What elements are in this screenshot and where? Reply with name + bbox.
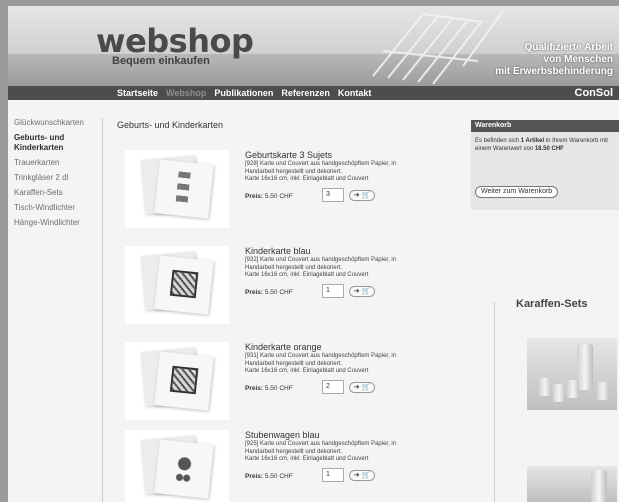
nav-item-webshop[interactable]: Webshop xyxy=(166,86,206,100)
quantity-input[interactable]: 1 xyxy=(322,284,344,298)
sidebar-item-glueckwunschkarten[interactable]: Glückwunschkarten xyxy=(14,118,100,128)
promo-divider xyxy=(494,302,495,502)
carafe-shape xyxy=(591,470,607,502)
cart-text: Es befinden sich 1 Artikel in Ihrem Ware… xyxy=(471,132,619,153)
card-motif xyxy=(169,365,199,395)
glass-shape xyxy=(539,378,551,396)
main-nav: Startseite Webshop Publikationen Referen… xyxy=(117,86,371,100)
desc-line: [928] Karte und Couvert aus handgeschöpf… xyxy=(245,161,397,167)
sidebar-item-haenge-windlichter[interactable]: Hänge-Windlichter xyxy=(14,218,100,228)
card-front xyxy=(154,439,214,499)
glass-shape xyxy=(553,384,565,402)
product-price: Preis: 5.50 CHF xyxy=(245,289,293,296)
cart-summary: Warenkorb Es befinden sich 1 Artikel in … xyxy=(471,120,619,210)
desc-line: Handarbeit hergestellt und dekoriert. xyxy=(245,360,343,367)
price-value: 5.50 CHF xyxy=(264,193,293,200)
price-value: 5.50 CHF xyxy=(264,385,293,392)
sidebar-item-tisch-windlichter[interactable]: Tisch-Windlichter xyxy=(14,203,100,213)
product-description: [931] Karte und Couvert aus handgeschöpf… xyxy=(245,353,455,376)
add-to-cart-button[interactable]: ➜ 🛒 xyxy=(349,190,375,201)
product-item: Stubenwagen blau [925] Karte und Couvert… xyxy=(125,430,455,502)
quantity-input[interactable]: 3 xyxy=(322,188,344,202)
desc-line: Karte 16x16 cm, inkl. Einlageblatt und C… xyxy=(245,176,369,182)
nav-item-kontakt[interactable]: Kontakt xyxy=(338,86,372,100)
product-price: Preis: 5.50 CHF xyxy=(245,193,293,200)
card-motif xyxy=(175,171,191,205)
tagline: Qualifizierte Arbeit von Menschen mit Er… xyxy=(495,42,613,78)
carafe-shape xyxy=(577,344,593,390)
shopping-cart-photo xyxy=(372,10,504,85)
product-name[interactable]: Stubenwagen blau xyxy=(245,430,320,440)
desc-line: Handarbeit hergestellt und dekoriert. xyxy=(245,448,343,455)
sidebar-item-geburtskarten[interactable]: Geburts- und Kinderkarten xyxy=(14,133,84,153)
sidebar-item-trauerkarten[interactable]: Trauerkarten xyxy=(14,158,100,168)
desc-line: [925] Karte und Couvert aus handgeschöpf… xyxy=(245,441,397,447)
karaffen-set-image[interactable] xyxy=(527,466,617,502)
product-image[interactable] xyxy=(125,430,229,502)
desc-line: Karte 16x16 cm, inkl. Einlageblatt und C… xyxy=(245,368,369,374)
tagline-line: Qualifizierte Arbeit xyxy=(524,42,613,53)
karaffen-set-image[interactable] xyxy=(527,338,617,410)
glass-shape xyxy=(597,382,609,400)
product-item: Kinderkarte orange [931] Karte und Couve… xyxy=(125,342,455,424)
go-to-cart-button[interactable]: Weiter zum Warenkorb xyxy=(475,186,559,198)
price-value: 5.50 CHF xyxy=(264,289,293,296)
page: webshop Bequem einkaufen Qualifizierte A… xyxy=(8,6,619,502)
product-item: Kinderkarte blau [932] Karte und Couvert… xyxy=(125,246,455,328)
promo-title: Karaffen-Sets xyxy=(516,298,588,310)
product-name[interactable]: Kinderkarte blau xyxy=(245,246,311,256)
sidebar-item-karaffen-sets[interactable]: Karaffen-Sets xyxy=(14,188,100,198)
product-item: Geburtskarte 3 Sujets [928] Karte und Co… xyxy=(125,150,455,232)
price-label: Preis: xyxy=(245,289,264,296)
product-description: [932] Karte und Couvert aus handgeschöpf… xyxy=(245,257,455,280)
page-title: Geburts- und Kinderkarten xyxy=(117,120,224,130)
product-description: [928] Karte und Couvert aus handgeschöpf… xyxy=(245,161,455,184)
card-front xyxy=(154,159,214,219)
price-label: Preis: xyxy=(245,473,264,480)
product-description: [925] Karte und Couvert aus handgeschöpf… xyxy=(245,441,455,464)
add-to-cart-button[interactable]: ➜ 🛒 xyxy=(349,470,375,481)
product-price: Preis: 5.50 CHF xyxy=(245,473,293,480)
glass-shape xyxy=(567,380,579,398)
nav-item-referenzen[interactable]: Referenzen xyxy=(281,86,330,100)
product-name[interactable]: Geburtskarte 3 Sujets xyxy=(245,150,332,160)
tagline-line: von Menschen xyxy=(543,54,613,65)
sidebar-divider xyxy=(102,118,103,502)
product-image[interactable] xyxy=(125,342,229,420)
product-image[interactable] xyxy=(125,150,229,228)
product-price: Preis: 5.50 CHF xyxy=(245,385,293,392)
nav-item-publikationen[interactable]: Publikationen xyxy=(214,86,273,100)
cart-text-start: Es befinden sich xyxy=(475,138,521,144)
cart-total: 18.50 CHF xyxy=(534,145,564,152)
desc-line: Karte 16x16 cm, inkl. Einlageblatt und C… xyxy=(245,456,369,462)
brand-name[interactable]: ConSol xyxy=(575,86,614,100)
card-motif xyxy=(169,269,199,299)
nav-item-startseite[interactable]: Startseite xyxy=(117,86,158,100)
tagline-line: mit Erwerbsbehinderung xyxy=(495,66,613,77)
sidebar-item-trinkglaeser[interactable]: Trinkgläser 2 dl xyxy=(14,173,100,183)
desc-line: Karte 16x16 cm, inkl. Einlageblatt und C… xyxy=(245,272,369,278)
add-to-cart-button[interactable]: ➜ 🛒 xyxy=(349,286,375,297)
cart-title: Warenkorb xyxy=(471,120,619,132)
category-sidebar: Glückwunschkarten Geburts- und Kinderkar… xyxy=(8,118,100,233)
product-name[interactable]: Kinderkarte orange xyxy=(245,342,322,352)
header-banner: webshop Bequem einkaufen Qualifizierte A… xyxy=(8,6,619,86)
price-label: Preis: xyxy=(245,193,264,200)
desc-line: [931] Karte und Couvert aus handgeschöpf… xyxy=(245,353,397,359)
desc-line: Handarbeit hergestellt und dekoriert. xyxy=(245,168,343,175)
card-motif xyxy=(173,453,195,483)
add-to-cart-button[interactable]: ➜ 🛒 xyxy=(349,382,375,393)
card-front xyxy=(154,255,214,315)
cart-count: 1 Artikel xyxy=(520,138,545,144)
product-image[interactable] xyxy=(125,246,229,324)
card-front xyxy=(154,351,214,411)
price-label: Preis: xyxy=(245,385,264,392)
quantity-input[interactable]: 1 xyxy=(322,468,344,482)
desc-line: [932] Karte und Couvert aus handgeschöpf… xyxy=(245,257,397,263)
price-value: 5.50 CHF xyxy=(264,473,293,480)
logo-subtitle: Bequem einkaufen xyxy=(112,55,210,67)
quantity-input[interactable]: 2 xyxy=(322,380,344,394)
desc-line: Handarbeit hergestellt und dekoriert. xyxy=(245,264,343,271)
